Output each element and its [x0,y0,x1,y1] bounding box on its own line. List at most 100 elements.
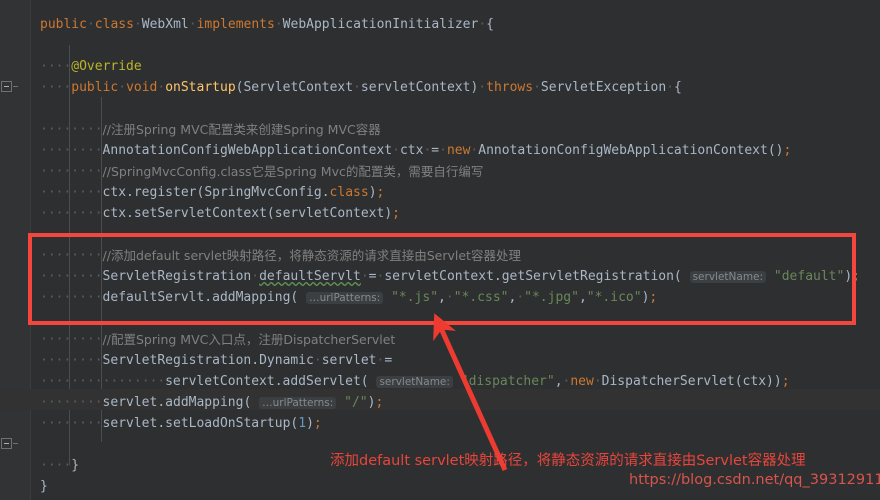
code-token: throws [486,80,534,95]
code-line[interactable]: ····} [40,455,79,476]
code-token: · [274,17,283,32]
code-line[interactable]: ········ ServletRegistration·defaultServl… [40,266,860,287]
code-token: = [431,143,440,158]
fold-collapse-icon[interactable] [1,81,18,92]
inlay-parameter-hint: …urlPatterns: [306,292,384,304]
code-token: } [40,479,48,494]
code-comment: //注册Spring MVC配置类来创建Spring MVC容器 [102,122,381,137]
code-token: · [360,269,369,284]
code-token: · [478,17,487,32]
string-literal: "*.ico" [586,290,642,305]
string-literal: "*.css" [453,290,509,305]
code-token: () [767,143,784,158]
fold-collapse-icon[interactable] [1,438,18,449]
code-line[interactable]: ········ servlet.setLoadOnStartup(1); [40,413,322,434]
code-line[interactable]: ········//注册Spring MVC配置类来创建Spring MVC容器 [40,119,381,140]
code-token: WebApplicationInitializer [282,17,479,32]
code-token: WebXml [141,17,189,32]
code-token: · [86,17,95,32]
code-token: · [313,353,322,368]
code-token: register [133,185,197,200]
code-token: ctx [742,374,767,389]
code-token: defaultServlt [259,269,361,284]
code-token: new [446,143,471,158]
code-token: · [478,80,487,95]
inlay-parameter-hint: servletName: [376,376,453,388]
code-token: · [533,80,541,95]
code-token: )) [766,374,782,389]
code-token: public [40,17,87,32]
code-token: ServletException [540,80,667,95]
code-content-area[interactable]: public·class·WebXml·implements·WebApplic… [0,0,880,500]
code-line[interactable]: public·class·WebXml·implements·WebApplic… [40,14,494,35]
inlay-parameter-hint: …urlPatterns: [259,397,337,409]
code-token: @Override [71,59,142,74]
code-token: · [251,269,260,284]
code-line[interactable]: ········//添加default servlet映射路径，将静态资源的请求… [40,245,521,266]
code-token: 1 [298,416,307,431]
code-token: · [516,290,525,305]
code-line[interactable]: ···· public·void·onStartup(ServletContext… [40,77,682,98]
code-token: ( [673,269,682,284]
code-line[interactable]: ········ ServletRegistration.Dynamic·serv… [40,350,392,371]
code-token: ServletRegistration [102,353,252,368]
string-literal: "default" [773,269,845,284]
code-token: ( [266,206,275,221]
code-line[interactable]: ········ servlet.addMapping( …urlPatterns… [40,392,383,413]
code-token: , [578,290,587,305]
code-comment: //SpringMvcConfig.class它是Spring Mvc的配置类，… [102,164,484,179]
code-token: servletContext [274,206,385,221]
code-token: ) [844,269,853,284]
string-literal: "dispatcher" [460,374,555,389]
code-token: . [126,185,134,200]
code-token: implements [196,17,275,32]
code-line[interactable]: ········//SpringMvcConfig.class它是Spring … [40,161,484,182]
code-token: ctx [102,185,127,200]
code-token: ctx [399,143,424,158]
code-line[interactable]: ········ ctx.setServletContext(servletCon… [40,203,400,224]
code-line[interactable]: ···· @Override [40,56,142,77]
code-token: { [673,80,682,95]
whitespace-dots: ················ [40,374,166,389]
code-line[interactable]: ········//配置Spring MVC入口点，注册DispatcherSe… [40,329,395,350]
code-line[interactable]: ········ ctx.register(SpringMvcConfig.cla… [40,182,385,203]
code-token: ( [734,374,743,389]
code-comment: //添加default servlet映射路径，将静态资源的请求直接由Servl… [102,248,521,263]
code-token: · [593,374,602,389]
code-token: ; [376,185,385,200]
code-line[interactable]: } [40,476,48,497]
code-token: ; [852,269,860,284]
code-token: . [157,416,166,431]
code-token: DispatcherServlet [601,374,735,389]
code-token: . [157,395,166,410]
code-token: addMapping [165,395,244,410]
whitespace-dots: ········ [40,395,103,410]
code-token: . [321,185,330,200]
code-token: , [554,374,563,389]
code-token: public [71,80,119,95]
code-line[interactable]: ················ servletContext.addServle… [40,371,790,392]
code-token: new [570,374,594,389]
editor-gutter[interactable] [0,0,31,500]
code-line[interactable]: ········ defaultServlt.addMapping( …urlPa… [40,287,657,308]
code-token: servletContext [384,269,494,284]
code-token: . [204,290,213,305]
code-line[interactable]: ········ AnnotationConfigWebApplicationCo… [40,140,791,161]
code-token: AnnotationConfigWebApplicationContext [102,143,393,158]
whitespace-dots: ········ [40,269,103,284]
string-literal: "*.jpg" [524,290,579,305]
whitespace-dots: ········ [40,206,103,221]
code-token: SpringMvcConfig [204,185,322,200]
code-token: AnnotationConfigWebApplicationContext [478,143,768,158]
code-token: setServletContext [133,206,267,221]
code-token: { [486,17,494,32]
code-token: ctx [102,206,127,221]
code-token: ServletContext [243,80,354,95]
code-token: ServletRegistration [102,269,252,284]
code-token: ) [384,206,393,221]
code-token: · [188,17,197,32]
string-literal: "*.js" [391,290,439,305]
code-token: servletContext [360,80,471,95]
